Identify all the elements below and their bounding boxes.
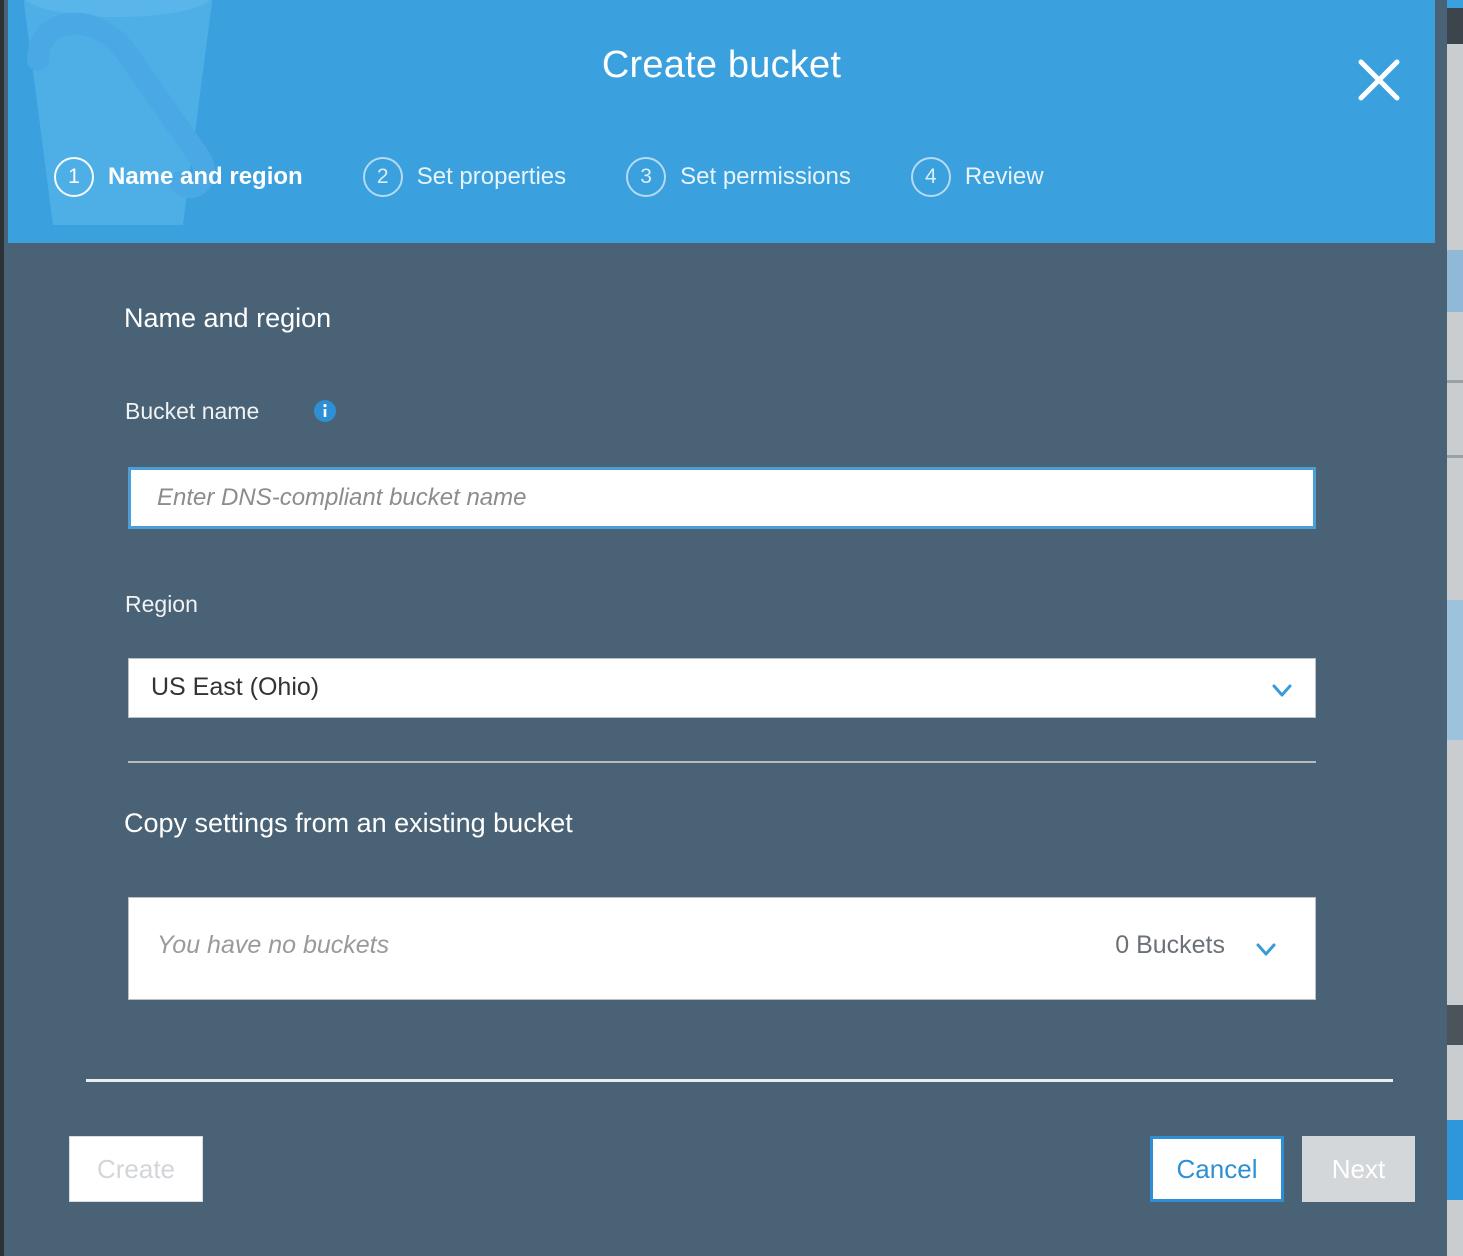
- cancel-button[interactable]: Cancel: [1150, 1136, 1284, 1202]
- region-select[interactable]: US East (Ohio): [128, 658, 1316, 718]
- copy-settings-select[interactable]: You have no buckets 0 Buckets: [128, 897, 1316, 1000]
- gutter-segment: [1447, 455, 1463, 458]
- bucket-name-label: Bucket name: [125, 398, 260, 424]
- gutter-segment: [1447, 1120, 1463, 1200]
- divider: [128, 761, 1316, 763]
- section-heading-copy-settings: Copy settings from an existing bucket: [124, 808, 573, 838]
- dialog-header: Create bucket 1 Name and region 2 Set pr…: [8, 0, 1435, 243]
- step-set-properties[interactable]: 2 Set properties: [362, 157, 567, 197]
- page-title: Create bucket: [601, 44, 842, 86]
- gutter-segment: [1447, 600, 1463, 740]
- bucket-name-input[interactable]: [128, 467, 1316, 529]
- gutter-segment: [1447, 8, 1463, 44]
- step-set-permissions[interactable]: 3 Set permissions: [626, 157, 851, 197]
- close-button[interactable]: [1351, 52, 1407, 108]
- info-icon[interactable]: [313, 399, 337, 423]
- bucket-count-label: 0 Buckets: [1115, 931, 1225, 959]
- bucket-watermark-icon: [23, 0, 215, 225]
- step-label: Name and region: [108, 163, 303, 190]
- step-label: Set permissions: [680, 163, 851, 190]
- step-label: Review: [964, 163, 1044, 190]
- wizard-steps: 1 Name and region 2 Set properties 3 Set…: [54, 157, 1104, 197]
- info-circle-icon: [314, 400, 336, 422]
- chevron-down-icon: [1256, 943, 1276, 956]
- create-button[interactable]: Create: [69, 1136, 203, 1202]
- step-number: 1: [54, 157, 94, 197]
- chevron-down-icon: [1272, 684, 1292, 697]
- region-label: Region: [125, 591, 198, 617]
- footer-divider: [86, 1079, 1393, 1082]
- step-number: 2: [362, 157, 403, 197]
- next-button[interactable]: Next: [1302, 1136, 1415, 1202]
- section-heading-name-and-region: Name and region: [124, 303, 332, 333]
- dialog-body: Name and region Bucket name Region US Ea…: [8, 243, 1435, 1256]
- step-label: Set properties: [416, 163, 567, 190]
- create-bucket-dialog: Create bucket 1 Name and region 2 Set pr…: [0, 0, 1447, 1256]
- gutter-segment: [1447, 380, 1463, 383]
- page-scrollbar-gutter[interactable]: [1447, 0, 1463, 1256]
- copy-settings-placeholder: You have no buckets: [157, 931, 390, 959]
- step-name-and-region[interactable]: 1 Name and region: [54, 157, 303, 197]
- gutter-segment: [1447, 1005, 1463, 1045]
- gutter-segment: [1447, 250, 1463, 312]
- step-review[interactable]: 4 Review: [910, 157, 1044, 197]
- region-selected-value: US East (Ohio): [151, 673, 320, 701]
- gutter-segment: [1447, 0, 1463, 8]
- step-number: 3: [626, 157, 667, 197]
- step-number: 4: [910, 157, 951, 197]
- close-icon: [1358, 59, 1400, 101]
